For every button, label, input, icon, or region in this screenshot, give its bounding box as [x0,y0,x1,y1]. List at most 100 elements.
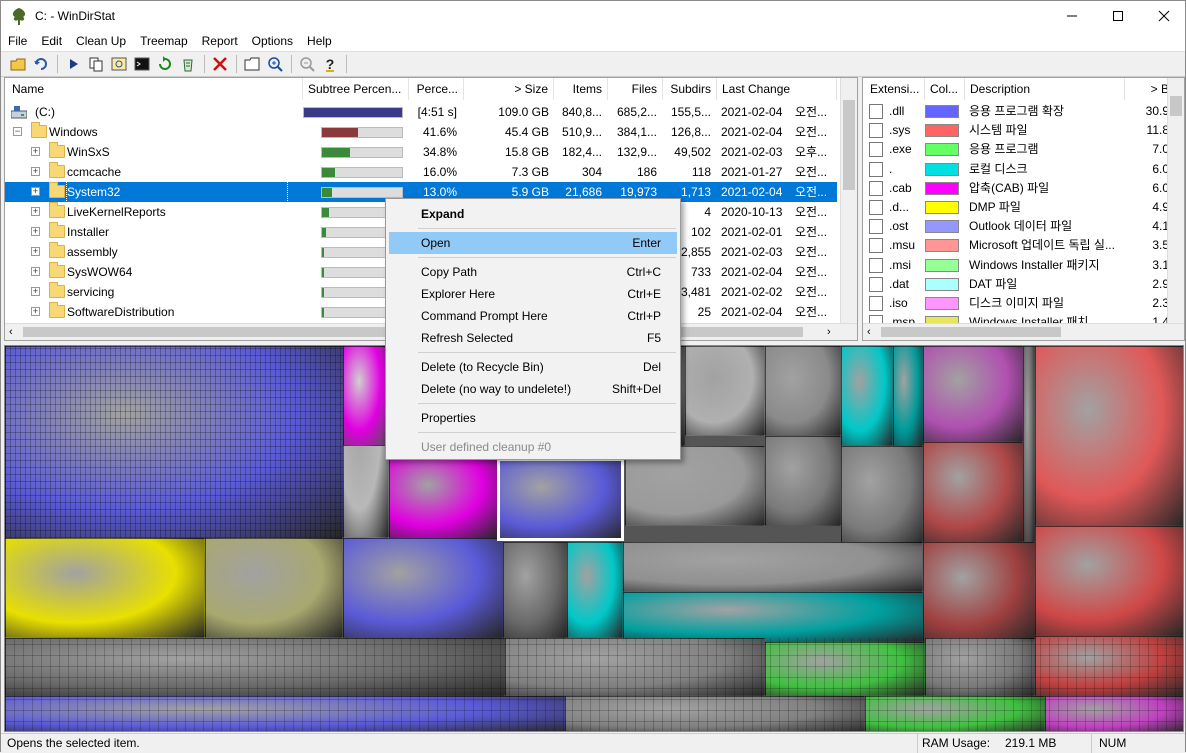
ext-column-header-1[interactable]: Col... [925,78,965,100]
extension-row[interactable]: .exe 응용 프로그램 7.0 [863,140,1173,159]
rescan-button[interactable] [30,53,52,75]
menu-edit[interactable]: Edit [34,31,69,51]
play-button[interactable] [62,53,84,75]
extension-row[interactable]: . 로컬 디스크 6.0 [863,160,1173,179]
treemap-cell[interactable] [923,542,1035,642]
menu-file[interactable]: File [1,31,34,51]
delete-button[interactable] [209,53,231,75]
tree-row[interactable]: + ccmcache 16.0% 7.3 GB 304 186 118 2021-01-27 오… [5,162,837,182]
minimize-button[interactable] [1049,1,1095,31]
ext-scroll-thumb[interactable] [1170,96,1182,116]
treemap-cell[interactable] [893,346,923,446]
treemap-cell[interactable] [1023,346,1035,542]
extension-row[interactable]: .ost Outlook 데이터 파일 4.1 [863,217,1173,236]
menu-clean-up[interactable]: Clean Up [69,31,133,51]
extension-row[interactable]: .msu Microsoft 업데이트 독립 실... 3.5 [863,236,1173,255]
expand-toggle[interactable]: + [31,147,40,156]
ext-column-header-2[interactable]: Description [965,78,1125,100]
scroll-left-icon[interactable]: ‹ [867,326,871,338]
treemap-cell[interactable] [765,436,841,526]
extension-row[interactable]: .dll 응용 프로그램 확장 30.9 [863,102,1173,121]
expand-toggle[interactable]: + [31,207,40,216]
column-header-3[interactable]: > Size [464,78,554,100]
treemap-cell[interactable] [923,346,1023,442]
column-header-7[interactable]: Last Change [717,78,837,100]
extension-row[interactable]: .dat DAT 파일 2.9 [863,275,1173,294]
ext-vertical-scrollbar[interactable] [1167,78,1184,323]
treemap-cell[interactable] [389,456,499,538]
expand-toggle[interactable]: + [31,307,40,316]
zoom-out-button[interactable] [296,53,318,75]
tree-scroll-thumb[interactable] [843,100,855,190]
treemap-cell[interactable] [343,346,388,446]
extension-row[interactable]: .d... DMP 파일 4.9 [863,198,1173,217]
menu-treemap[interactable]: Treemap [133,31,195,51]
expand-toggle[interactable]: + [31,247,40,256]
menu-item-properties[interactable]: Properties [389,407,677,429]
extension-row[interactable]: .cab 압축(CAB) 파일 6.0 [863,179,1173,198]
treemap-cell[interactable] [685,346,765,436]
treemap-cell[interactable] [765,346,841,436]
menu-item-refresh-selected[interactable]: Refresh Selected F5 [389,327,677,349]
copy-button[interactable] [85,53,107,75]
scroll-right-icon[interactable]: › [827,326,831,338]
extension-row[interactable]: .msi Windows Installer 패키지 3.1 [863,256,1173,275]
ext-column-header-0[interactable]: Extensi... [865,78,925,100]
menu-item-expand[interactable]: Expand [389,203,677,225]
maximize-button[interactable] [1095,1,1141,31]
menu-item-delete-to-recycle-bin[interactable]: Delete (to Recycle Bin) Del [389,356,677,378]
tree-row[interactable]: (C:) [4:51 s] 109.0 GB 840,8... 685,2... 155,… [5,102,837,122]
column-header-2[interactable]: Perce... [409,78,464,100]
column-header-5[interactable]: Files [608,78,663,100]
help-button[interactable]: ? [319,53,341,75]
treemap-cell[interactable] [1035,526,1183,636]
menu-item-open[interactable]: Open Enter [389,232,677,254]
treemap-cell[interactable] [205,538,343,638]
tree-row[interactable]: + WinSxS 34.8% 15.8 GB 182,4... 132,9... 49,50… [5,142,837,162]
ext-horizontal-scrollbar[interactable]: ‹ [863,323,1184,340]
refresh-button[interactable] [154,53,176,75]
treemap-cell[interactable] [567,542,623,638]
zoom-in-button[interactable] [264,53,286,75]
cmd-button[interactable] [131,53,153,75]
extension-row[interactable]: .sys 시스템 파일 11.8 [863,121,1173,140]
menu-item-delete-no-way-to-undelete[interactable]: Delete (no way to undelete!) Shift+Del [389,378,677,400]
close-button[interactable] [1141,1,1186,31]
column-header-6[interactable]: Subdirs [663,78,717,100]
extension-row[interactable]: .iso 디스크 이미지 파일 2.3 [863,294,1173,313]
title-bar[interactable]: C: - WinDirStat [1,1,1185,31]
expand-toggle[interactable]: + [31,167,40,176]
menu-report[interactable]: Report [195,31,245,51]
treemap-cell[interactable] [841,346,893,446]
expand-toggle[interactable]: + [31,227,40,236]
menu-item-explorer-here[interactable]: Explorer Here Ctrl+E [389,283,677,305]
treemap-cell[interactable] [623,542,923,592]
explorer-button[interactable] [108,53,130,75]
tree-vertical-scrollbar[interactable] [840,78,857,323]
extension-list[interactable]: Extensi... Col... Description > B .dll 응용 프로… [862,77,1185,341]
treemap-cell[interactable] [923,442,1023,542]
treemap-cell[interactable] [623,592,923,642]
column-header-4[interactable]: Items [554,78,608,100]
treemap-cell[interactable] [343,538,503,638]
treemap-cell[interactable] [841,446,923,546]
folder-button[interactable] [241,53,263,75]
column-header-0[interactable]: Name [7,78,303,100]
expand-toggle[interactable]: + [31,187,40,196]
treemap-cell[interactable] [1035,346,1183,526]
menu-item-copy-path[interactable]: Copy Path Ctrl+C [389,261,677,283]
treemap-cell[interactable] [503,542,567,638]
scroll-left-icon[interactable]: ‹ [9,326,13,338]
treemap-cell[interactable] [5,538,205,638]
expand-toggle[interactable]: + [31,267,40,276]
menu-help[interactable]: Help [300,31,339,51]
open-button[interactable] [7,53,29,75]
menu-item-command-prompt-here[interactable]: Command Prompt Here Ctrl+P [389,305,677,327]
tree-row[interactable]: − Windows 41.6% 45.4 GB 510,9... 384,1... 126,… [5,122,837,142]
collapse-toggle[interactable]: − [13,127,22,136]
recycle-button[interactable] [177,53,199,75]
ext-hscroll-thumb[interactable] [881,327,1061,337]
menu-options[interactable]: Options [245,31,300,51]
expand-toggle[interactable]: + [31,287,40,296]
column-header-1[interactable]: Subtree Percen... [303,78,409,100]
